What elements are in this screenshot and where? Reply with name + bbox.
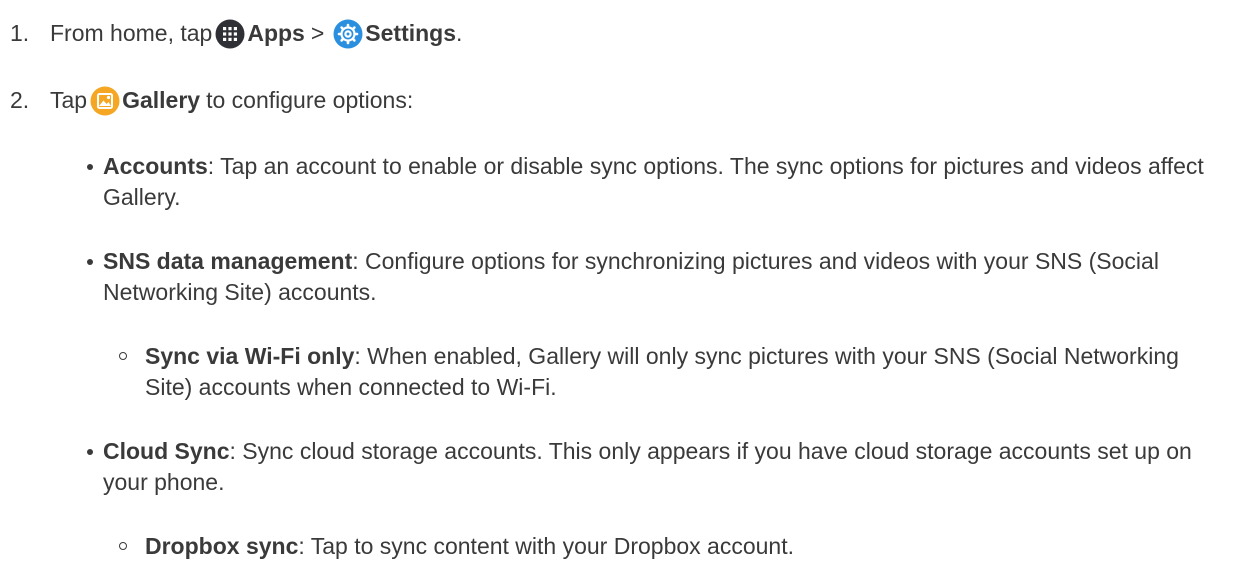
separator: >: [310, 20, 325, 46]
sub-bullet: [119, 542, 127, 550]
option-term: SNS data management: [103, 248, 353, 274]
settings-label: Settings: [365, 20, 457, 46]
bullet: [87, 259, 93, 265]
sub-option-term: Sync via Wi-Fi only: [145, 343, 355, 369]
step-2: 2. Tap Gallery to configure options:: [10, 85, 413, 116]
option-sns-data-management: SNS data management: Configure options f…: [87, 246, 1223, 308]
step-suffix: to configure options:: [206, 87, 414, 113]
option-cloud-sync: Cloud Sync: Sync cloud storage accounts.…: [87, 436, 1223, 498]
sub-option-dropbox-sync: Dropbox sync: Tap to sync content with y…: [119, 531, 1225, 562]
sub-option-description: : Tap to sync content with your Dropbox …: [298, 533, 794, 559]
option-description: : Sync cloud storage accounts. This only…: [103, 438, 1192, 495]
step-number: 2.: [10, 87, 30, 113]
step-text: From home, tap: [50, 20, 213, 46]
option-term: Accounts: [103, 153, 208, 179]
gallery-label: Gallery: [122, 87, 201, 113]
step-text: Tap: [50, 87, 88, 113]
sub-option-sync-via-wifi-only: Sync via Wi-Fi only: When enabled, Galle…: [119, 341, 1225, 403]
option-description: : Tap an account to enable or disable sy…: [103, 153, 1204, 210]
step-1: 1. From home, tap Apps > Settings .: [10, 18, 462, 49]
step-suffix: .: [456, 20, 463, 46]
sub-option-term: Dropbox sync: [145, 533, 299, 559]
apps-label: Apps: [247, 20, 305, 46]
option-accounts: Accounts: Tap an account to enable or di…: [87, 151, 1223, 213]
step-number: 1.: [10, 20, 30, 46]
sub-bullet: [119, 352, 127, 360]
bullet: [87, 164, 93, 170]
bullet: [87, 449, 93, 455]
apps-grid-icon: [215, 19, 245, 49]
gallery-icon: [90, 86, 120, 116]
option-term: Cloud Sync: [103, 438, 230, 464]
settings-gear-icon: [333, 19, 363, 49]
